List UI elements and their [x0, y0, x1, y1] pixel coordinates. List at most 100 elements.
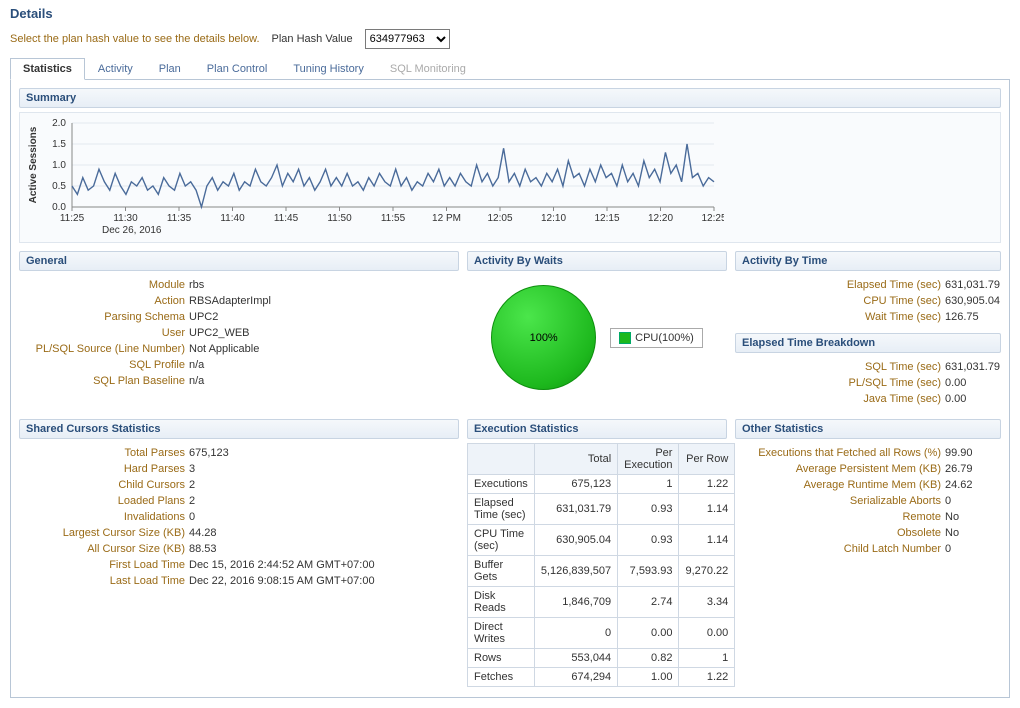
- table-cell: Disk Reads: [468, 587, 535, 618]
- tab-activity[interactable]: Activity: [85, 58, 146, 80]
- kv-row: Largest Cursor Size (KB)44.28: [19, 525, 459, 541]
- active-sessions-chart: 0.00.51.01.52.011:2511:3011:3511:4011:45…: [24, 117, 724, 237]
- table-row: Buffer Gets5,126,839,5077,593.939,270.22: [468, 556, 735, 587]
- table-cell: 1: [618, 475, 679, 494]
- kv-row: Hard Parses3: [19, 461, 459, 477]
- kv-value: 126.75: [945, 309, 979, 325]
- kv-key: Invalidations: [19, 509, 189, 525]
- kv-row: Child Latch Number0: [735, 541, 1001, 557]
- tab-plan-control[interactable]: Plan Control: [194, 58, 281, 80]
- tab-statistics[interactable]: Statistics: [10, 58, 85, 80]
- kv-row: Child Cursors2: [19, 477, 459, 493]
- svg-text:1.0: 1.0: [52, 160, 66, 171]
- table-cell: 7,593.93: [618, 556, 679, 587]
- kv-value: 0: [189, 509, 195, 525]
- kv-value: n/a: [189, 357, 204, 373]
- svg-text:2.0: 2.0: [52, 118, 66, 129]
- kv-key: Obsolete: [735, 525, 945, 541]
- table-cell: 631,031.79: [534, 494, 617, 525]
- kv-row: CPU Time (sec)630,905.04: [735, 293, 1001, 309]
- tab-tuning-history[interactable]: Tuning History: [280, 58, 377, 80]
- table-row: Fetches674,2941.001.22: [468, 668, 735, 687]
- table-cell: 0.93: [618, 525, 679, 556]
- table-cell: 5,126,839,507: [534, 556, 617, 587]
- table-row: Executions675,12311.22: [468, 475, 735, 494]
- kv-value: 99.90: [945, 445, 973, 461]
- kv-row: RemoteNo: [735, 509, 1001, 525]
- kv-key: Action: [19, 293, 189, 309]
- svg-text:12:05: 12:05: [487, 213, 512, 224]
- kv-row: SQL Profilen/a: [19, 357, 459, 373]
- kv-key: Largest Cursor Size (KB): [19, 525, 189, 541]
- kv-row: Serializable Aborts0: [735, 493, 1001, 509]
- svg-text:11:40: 11:40: [220, 213, 245, 224]
- activity-waits-chart: 100% CPU(100%): [467, 275, 727, 410]
- kv-value: No: [945, 525, 959, 541]
- table-cell: 0.00: [679, 618, 735, 649]
- svg-text:Dec 26, 2016: Dec 26, 2016: [102, 225, 162, 236]
- kv-row: Executions that Fetched all Rows (%)99.9…: [735, 445, 1001, 461]
- kv-value: 631,031.79: [945, 277, 1000, 293]
- table-row: Rows553,0440.821: [468, 649, 735, 668]
- table-row: Elapsed Time (sec)631,031.790.931.14: [468, 494, 735, 525]
- svg-text:11:55: 11:55: [381, 213, 406, 224]
- kv-key: Loaded Plans: [19, 493, 189, 509]
- kv-row: Average Persistent Mem (KB)26.79: [735, 461, 1001, 477]
- svg-text:12:20: 12:20: [648, 213, 673, 224]
- svg-text:Active Sessions: Active Sessions: [28, 126, 39, 203]
- table-cell: 1.22: [679, 475, 735, 494]
- tabs: Statistics Activity Plan Plan Control Tu…: [10, 57, 1010, 80]
- plan-hash-row: Select the plan hash value to see the de…: [10, 27, 1010, 57]
- kv-value: 26.79: [945, 461, 973, 477]
- table-cell: 9,270.22: [679, 556, 735, 587]
- svg-text:11:35: 11:35: [167, 213, 192, 224]
- kv-value: 2: [189, 493, 195, 509]
- svg-text:12:25: 12:25: [701, 213, 724, 224]
- kv-key: Child Cursors: [19, 477, 189, 493]
- kv-value: 0.00: [945, 375, 966, 391]
- pie-label: 100%: [530, 332, 558, 344]
- kv-value: No: [945, 509, 959, 525]
- svg-text:0.5: 0.5: [52, 181, 66, 192]
- table-cell: Buffer Gets: [468, 556, 535, 587]
- kv-value: 0: [945, 493, 951, 509]
- kv-row: PL/SQL Time (sec)0.00: [735, 375, 1001, 391]
- svg-text:11:30: 11:30: [113, 213, 138, 224]
- plan-hash-select[interactable]: 634977963: [365, 29, 450, 49]
- table-cell: 1.00: [618, 668, 679, 687]
- kv-key: Total Parses: [19, 445, 189, 461]
- kv-row: Modulerbs: [19, 277, 459, 293]
- svg-text:1.5: 1.5: [52, 139, 66, 150]
- kv-row: Elapsed Time (sec)631,031.79: [735, 277, 1001, 293]
- kv-value: 88.53: [189, 541, 217, 557]
- kv-value: UPC2_WEB: [189, 325, 250, 341]
- other-stats-header: Other Statistics: [735, 419, 1001, 439]
- activity-waits-header: Activity By Waits: [467, 251, 727, 271]
- activity-time-header: Activity By Time: [735, 251, 1001, 271]
- kv-row: ObsoleteNo: [735, 525, 1001, 541]
- general-header: General: [19, 251, 459, 271]
- kv-value: rbs: [189, 277, 204, 293]
- kv-value: 24.62: [945, 477, 973, 493]
- table-cell: 675,123: [534, 475, 617, 494]
- table-row: CPU Time (sec)630,905.040.931.14: [468, 525, 735, 556]
- svg-text:11:25: 11:25: [60, 213, 85, 224]
- table-cell: 3.34: [679, 587, 735, 618]
- kv-key[interactable]: Executions that Fetched all Rows (%): [735, 445, 945, 461]
- tab-plan[interactable]: Plan: [146, 58, 194, 80]
- kv-key: Parsing Schema: [19, 309, 189, 325]
- svg-text:12:10: 12:10: [541, 213, 566, 224]
- table-cell: 1: [679, 649, 735, 668]
- kv-row: Parsing SchemaUPC2: [19, 309, 459, 325]
- table-cell: 0: [534, 618, 617, 649]
- table-cell: 1.14: [679, 525, 735, 556]
- table-cell: Executions: [468, 475, 535, 494]
- plan-hash-hint: Select the plan hash value to see the de…: [10, 33, 260, 45]
- table-cell: Elapsed Time (sec): [468, 494, 535, 525]
- kv-row: UserUPC2_WEB: [19, 325, 459, 341]
- summary-chart: 0.00.51.01.52.011:2511:3011:3511:4011:45…: [19, 112, 1001, 243]
- kv-row: SQL Plan Baselinen/a: [19, 373, 459, 389]
- kv-row: Last Load TimeDec 22, 2016 9:08:15 AM GM…: [19, 573, 459, 589]
- kv-value: 0: [945, 541, 951, 557]
- exec-stats-header: Execution Statistics: [467, 419, 727, 439]
